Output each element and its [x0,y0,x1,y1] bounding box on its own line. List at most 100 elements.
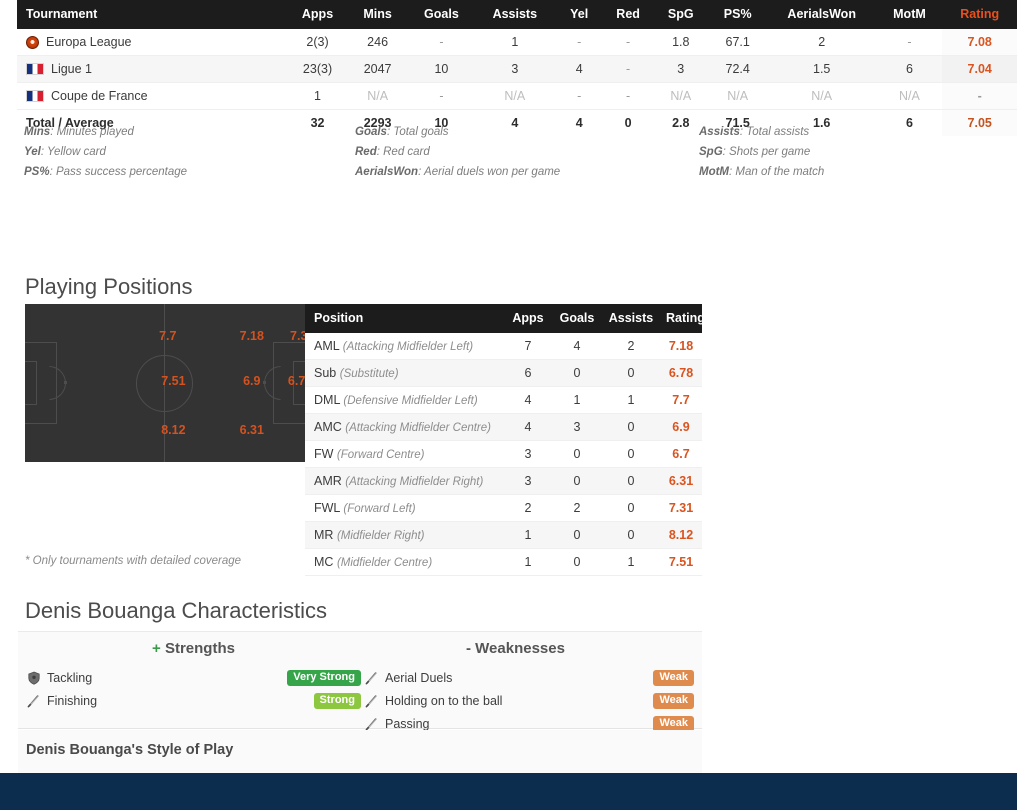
cell-rating: 6.9 [660,413,702,441]
legend-abbr: Mins [24,126,51,138]
legend-item: Red: Red card [355,146,560,158]
pitch-rating-marker[interactable]: 7.18 [240,329,264,343]
positions-table-body: AML (Attacking Midfielder Left) 7 4 2 7.… [305,333,702,576]
col-header-tournament[interactable]: Tournament [17,0,289,29]
cell-goals: 2 [552,494,602,522]
table-row[interactable]: DML (Defensive Midfielder Left) 4 1 1 7.… [305,386,702,414]
legend-abbr: Red [355,146,377,158]
tournament-name[interactable]: Coupe de France [51,89,148,103]
cell-assists: 1 [602,386,660,414]
legend-text: : Minutes played [50,126,134,138]
position-abbr: AMC [314,420,342,434]
plus-icon: + [152,640,161,657]
pitch-arc-right [264,366,281,400]
cell-assists: 0 [602,467,660,495]
list-item[interactable]: Tackling Very Strong [26,666,361,689]
tournament-name[interactable]: Ligue 1 [51,62,92,76]
legend-abbr: SpG [699,146,723,158]
position-full: (Midfielder Centre) [336,557,433,569]
pitch-rating-marker[interactable]: 6.9 [243,374,260,388]
col-header-ps[interactable]: PS% [708,0,767,29]
position-abbr: Sub [314,366,337,380]
legend-item: Assists: Total assists [699,126,824,138]
list-item[interactable]: Aerial Duels Weak [364,666,694,689]
col-header-spg[interactable]: SpG [653,0,709,29]
list-item[interactable]: Holding on to the ball Weak [364,689,694,712]
pitch-rating-marker[interactable]: 7.7 [159,329,176,343]
table-row[interactable]: FWL (Forward Left) 2 2 0 7.31 [305,494,702,522]
cell-apps: 1 [504,521,552,549]
pitch-rating-marker[interactable]: 8.12 [161,423,185,437]
col-header-rating[interactable]: Rating [942,0,1017,29]
cell-rating: - [942,82,1017,110]
legend-column-2: Goals: Total goals Red: Red card Aerials… [355,126,560,186]
table-row[interactable]: FW (Forward Centre) 3 0 0 6.7 [305,440,702,468]
cell-red: - [603,82,654,110]
cell-assists: 2 [602,333,660,360]
cell-aerialswon: 2 [766,29,877,56]
characteristics-heading: Denis Bouanga Characteristics [25,598,328,623]
list-item[interactable]: Finishing Strong [26,689,361,712]
col-header-assists[interactable]: Assists [602,304,660,333]
table-row[interactable]: AMR (Attacking Midfielder Right) 3 0 0 6… [305,467,702,495]
col-header-assists[interactable]: Assists [474,0,556,29]
col-header-position[interactable]: Position [305,304,504,333]
cell-rating: 7.04 [942,55,1017,83]
pitch-graphic: 7.7 7.18 7.31 7.51 6.9 6.7 8.12 6.31 [25,304,305,462]
table-row[interactable]: MR (Midfielder Right) 1 0 0 8.12 [305,521,702,549]
pitch-rating-marker[interactable]: 7.31 [290,329,305,343]
col-header-motm[interactable]: MotM [876,0,943,29]
cell-apps: 3 [504,467,552,495]
col-header-apps[interactable]: Apps [288,0,347,29]
cell-apps: 4 [504,386,552,414]
col-header-goals[interactable]: Goals [552,304,602,333]
position-cell: AMR (Attacking Midfielder Right) [305,467,504,495]
col-header-mins[interactable]: Mins [346,0,409,29]
position-abbr: AMR [314,474,342,488]
position-cell: Sub (Substitute) [305,359,504,387]
table-row[interactable]: AML (Attacking Midfielder Left) 7 4 2 7.… [305,333,702,360]
col-header-red[interactable]: Red [603,0,654,29]
table-row[interactable]: Coupe de France 1 N/A - N/A - - N/A N/A … [17,82,1017,110]
tournament-name[interactable]: Europa League [46,35,132,49]
legend-text: : Aerial duels won per game [418,166,561,178]
position-full: (Midfielder Right) [336,530,425,542]
col-header-goals[interactable]: Goals [408,0,475,29]
cell-rating: 7.31 [660,494,702,522]
table-row[interactable]: Ligue 1 23(3) 2047 10 3 4 - 3 72.4 1.5 6… [17,55,1017,83]
position-cell: DML (Defensive Midfielder Left) [305,386,504,414]
legend-text: : Yellow card [40,146,106,158]
pitch-rating-marker[interactable]: 6.31 [240,423,264,437]
cell-yel: 4 [555,55,604,83]
col-header-yel[interactable]: Yel [555,0,604,29]
characteristics-panel: + Strengths - Weaknesses Tackling Very S… [18,631,702,732]
table-row[interactable]: AMC (Attacking Midfielder Centre) 4 3 0 … [305,413,702,441]
swords-icon [364,693,379,708]
cell-ps: N/A [708,82,767,110]
style-of-play-title: Denis Bouanga's Style of Play [26,742,234,758]
cell-rating: 6.7 [660,440,702,468]
col-header-rating[interactable]: Rating [660,304,705,333]
legend-abbr: PS% [24,166,50,178]
weaknesses-heading: - Weaknesses [466,640,565,657]
europa-league-badge-icon [26,35,39,49]
cell-goals: 0 [552,548,602,576]
position-cell: FW (Forward Centre) [305,440,504,468]
cell-apps: 1 [288,82,347,110]
position-full: (Substitute) [339,368,399,380]
cell-assists: 0 [602,413,660,441]
pitch-rating-marker[interactable]: 6.7 [288,374,305,388]
col-header-apps[interactable]: Apps [504,304,552,333]
cell-goals: 0 [552,359,602,387]
col-header-aerialswon[interactable]: AerialsWon [766,0,877,29]
characteristic-name: Aerial Duels [385,670,453,685]
cell-spg: 1.8 [653,29,709,56]
tournament-stats-section: Tournament Apps Mins Goals Assists Yel R… [17,0,1017,136]
cell-rating: 6.78 [660,359,702,387]
table-row[interactable]: Europa League 2(3) 246 - 1 - - 1.8 67.1 … [17,29,1017,56]
pitch-rating-marker[interactable]: 7.51 [161,374,185,388]
table-row[interactable]: Sub (Substitute) 6 0 0 6.78 [305,359,702,387]
strengths-list: Tackling Very Strong Finishing Strong [26,666,361,712]
table-row[interactable]: MC (Midfielder Centre) 1 0 1 7.51 [305,548,702,576]
legend-text: : Shots per game [722,146,811,158]
